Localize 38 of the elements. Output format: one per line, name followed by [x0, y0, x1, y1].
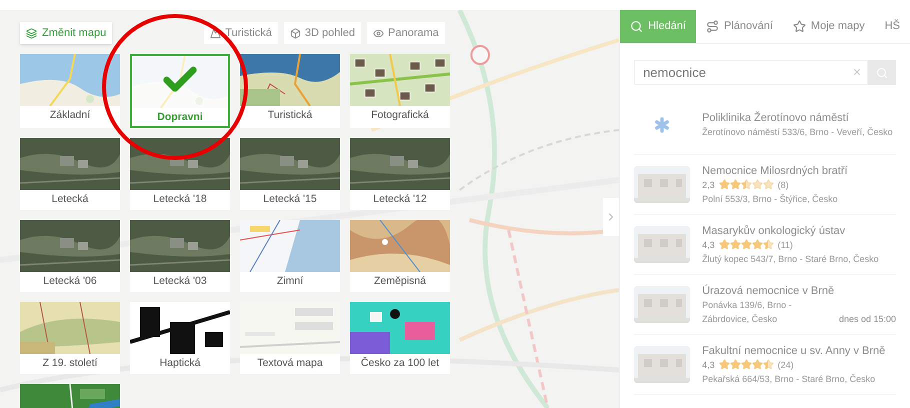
clear-icon[interactable]	[852, 67, 862, 77]
star-icon	[762, 179, 774, 190]
star-icon	[718, 359, 730, 370]
opening-hours: dnes od 15:00	[838, 312, 896, 326]
star-icon	[752, 239, 763, 250]
search-icon	[630, 20, 644, 33]
review-count: (8)	[778, 178, 789, 192]
rating-value: 4,3	[702, 358, 715, 372]
result-address: Ponávka 139/6, Brno - Zábrdovice, Česko	[702, 298, 793, 326]
star-icon	[752, 179, 763, 190]
result-address: Žlutý kopec 543/7, Brno - Staré Brno, Česko	[702, 252, 880, 266]
star-icon	[730, 359, 741, 370]
result-address: Žerotínovo náměstí 533/6, Brno - Veveří, Česko	[702, 126, 894, 138]
result-title: Nemocnice Milosrdných bratří	[702, 164, 849, 178]
result-address: Polní 553/3, Brno - Štýřice, Česko	[702, 192, 839, 206]
asterisk-icon	[654, 116, 670, 132]
star-icon	[730, 239, 741, 250]
star-icon	[740, 239, 752, 250]
review-count: (24)	[778, 358, 794, 372]
star-icon	[762, 359, 774, 370]
route-icon	[706, 20, 719, 33]
rating-value: 2,3	[702, 178, 715, 192]
star-icon	[740, 359, 752, 370]
star-icon	[792, 20, 806, 33]
star-icon	[730, 179, 741, 190]
star-icon	[718, 179, 730, 190]
result-title: Poliklinika Žerotínovo náměstí	[702, 110, 850, 124]
result-title: Fakultní nemocnice u sv. Anny v Brně	[702, 344, 886, 358]
review-count: (11)	[778, 238, 793, 252]
result-title: Úrazová nemocnice v Brně	[702, 284, 836, 298]
star-icon	[740, 179, 752, 190]
star-icon	[762, 239, 774, 250]
search-field[interactable]: nemocnice	[634, 60, 868, 85]
result-title: Masarykův onkologický ústav	[702, 224, 846, 238]
star-icon	[718, 239, 730, 250]
rating-value: 4,3	[702, 238, 715, 252]
star-icon	[752, 359, 763, 370]
result-address: Pekařská 664/53, Brno - Staré Brno, Česko	[702, 372, 876, 386]
